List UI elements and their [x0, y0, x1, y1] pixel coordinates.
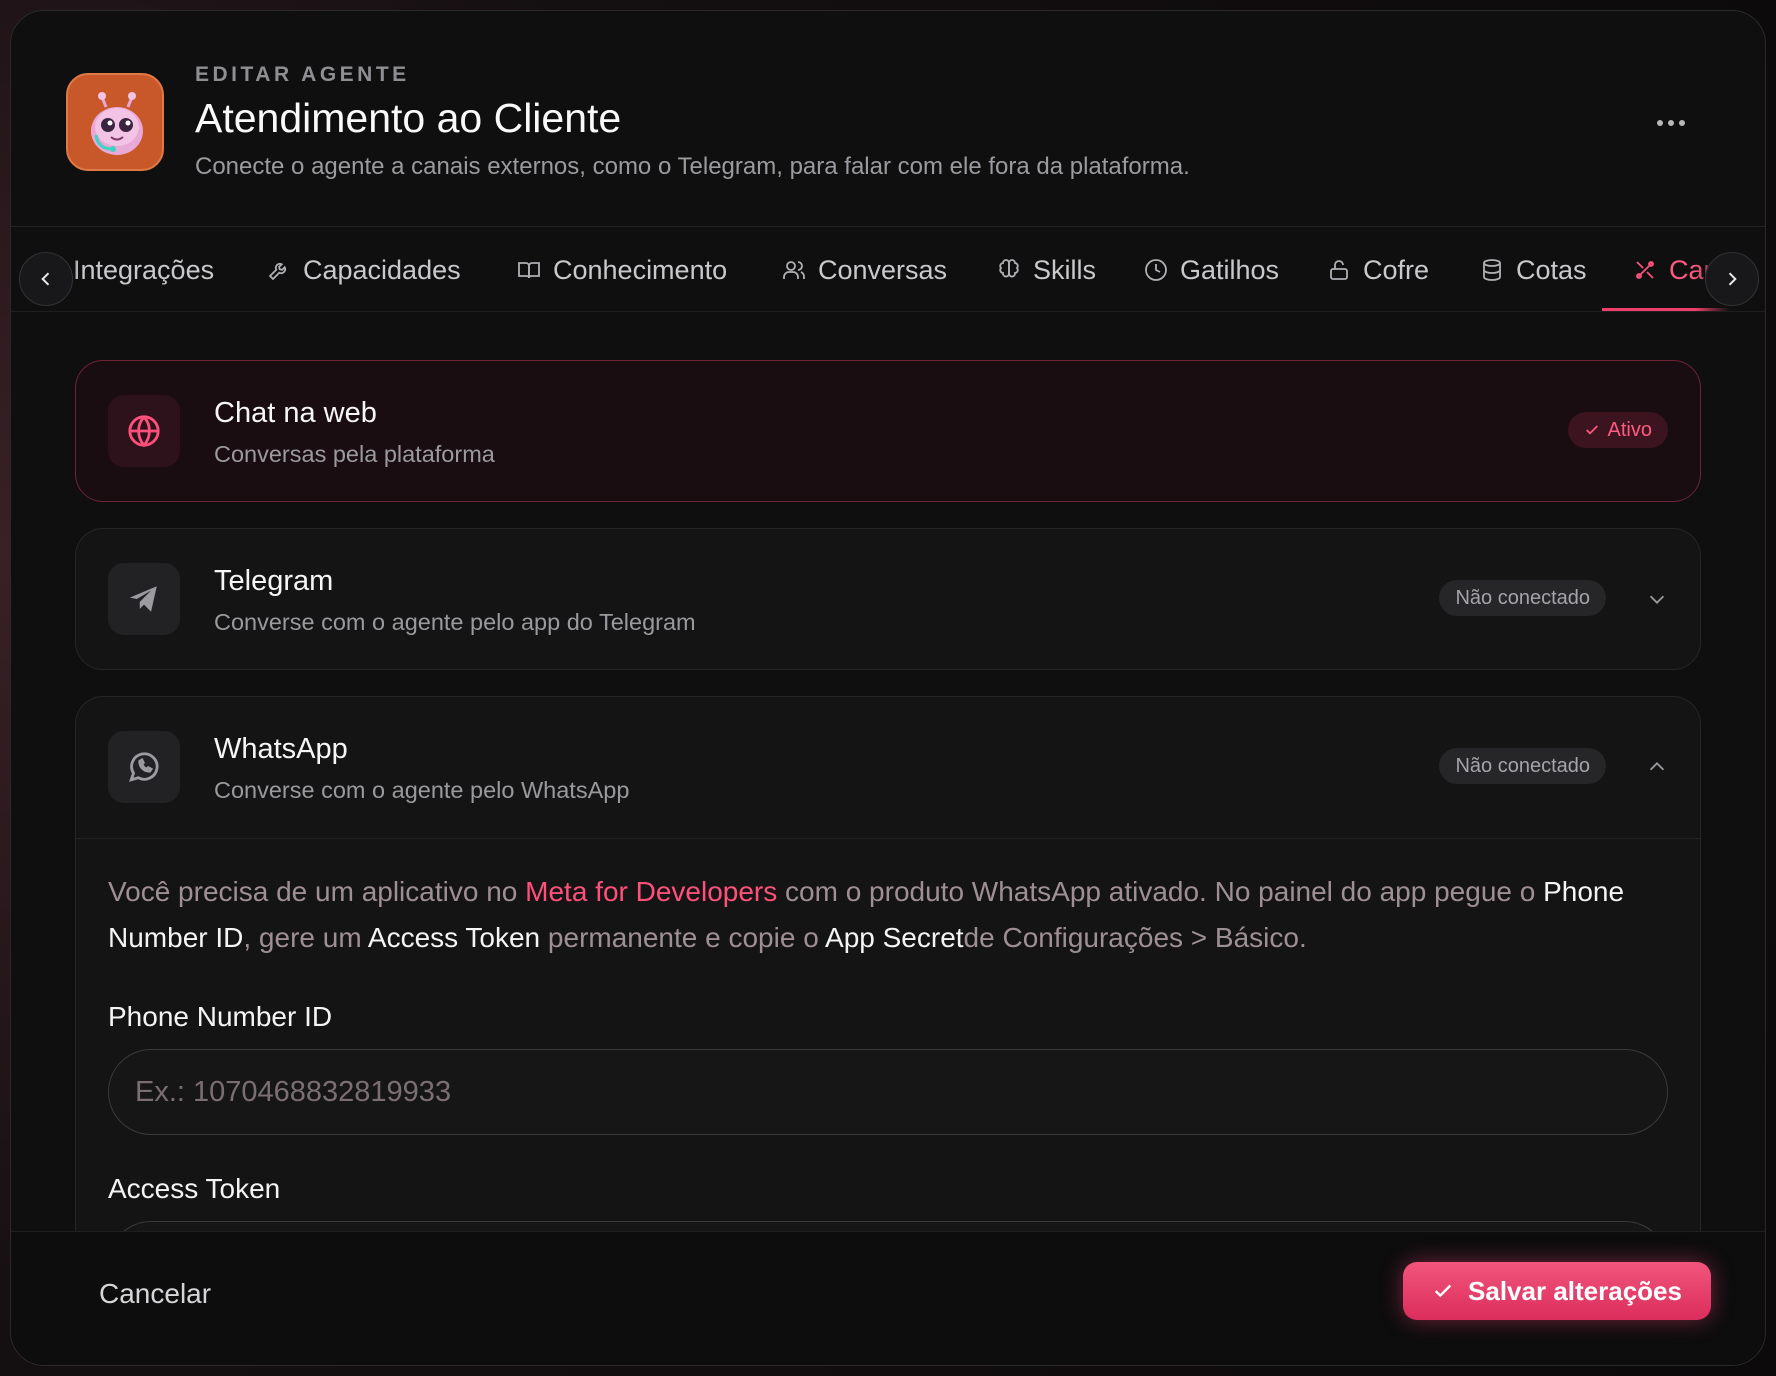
users-icon [783, 261, 805, 279]
tab-label: Cotas [1516, 254, 1587, 285]
channel-title: WhatsApp [214, 733, 348, 765]
cancel-button[interactable]: Cancelar [99, 1278, 211, 1310]
instruction-text: com o produto WhatsApp ativado. No paine… [777, 876, 1544, 907]
brain-icon [999, 259, 1019, 278]
setup-instructions: Você precisa de um aplicativo no Meta fo… [108, 869, 1668, 961]
channel-description: Converse com o agente pelo app do Telegr… [214, 609, 696, 635]
channel-card-telegram[interactable]: Telegram Converse com o agente pelo app … [75, 528, 1701, 670]
tab-capacidades[interactable]: Capacidades [267, 228, 461, 311]
modal-footer: Cancelar Salvar alterações [11, 1231, 1765, 1365]
tab-label: Capacidades [303, 254, 461, 285]
robot-mascot-icon [91, 92, 143, 155]
channel-card-web[interactable]: Chat na web Conversas pela plataforma At… [75, 360, 1701, 502]
phone-number-id-label: Phone Number ID [108, 1001, 333, 1032]
tab-cotas[interactable]: Cotas [1480, 228, 1587, 311]
tab-bar: Integrações Capacidades Conhecimento Con… [11, 228, 1765, 312]
dot-icon [1657, 120, 1663, 126]
chevron-down-icon[interactable] [1646, 588, 1668, 610]
chevron-up-icon[interactable] [1646, 756, 1668, 778]
channel-icon-box [108, 731, 180, 803]
channel-description: Converse com o agente pelo WhatsApp [214, 777, 630, 803]
tabs-scroll-right-button[interactable] [1705, 252, 1759, 306]
clock-icon [1145, 259, 1167, 281]
meta-developers-link[interactable]: Meta for Developers [525, 876, 777, 907]
tab-integracoes[interactable]: Integrações [73, 228, 215, 311]
instruction-text: , gere um [243, 922, 368, 953]
phone-number-id-input[interactable] [108, 1049, 1668, 1135]
channel-card-whatsapp: WhatsApp Converse com o agente pelo What… [75, 696, 1701, 1307]
tab-conversas[interactable]: Conversas [782, 228, 948, 311]
channel-title: Telegram [214, 565, 334, 597]
tab-cofre[interactable]: Cofre [1327, 228, 1430, 311]
database-icon [1483, 259, 1501, 281]
tab-label: Conversas [818, 254, 948, 285]
book-icon [518, 262, 540, 279]
access-token-label: Access Token [108, 1173, 281, 1204]
channel-description: Conversas pela plataforma [214, 441, 495, 467]
status-badge: Não conectado [1439, 748, 1606, 784]
instruction-text: de Configurações > Básico. [963, 922, 1307, 953]
more-options-button[interactable] [1651, 111, 1691, 135]
check-icon [1585, 425, 1598, 435]
tab-label: Gatilhos [1180, 254, 1280, 285]
tab-label: Integrações [73, 254, 215, 285]
modal-header: EDITAR AGENTE Atendimento ao Cliente Con… [11, 11, 1765, 227]
wrench-icon [268, 262, 287, 281]
save-button-label: Salvar alterações [1468, 1275, 1682, 1306]
chevron-left-icon [41, 272, 50, 286]
tab-label: Skills [1033, 254, 1097, 285]
instruction-emphasis: App Secret [825, 922, 964, 953]
instruction-emphasis: Access Token [367, 922, 541, 953]
page-subtitle: Conecte o agente a canais externos, como… [195, 153, 1190, 180]
status-badge-active: Ativo [1567, 412, 1668, 448]
page-eyebrow: EDITAR AGENTE [195, 63, 410, 86]
instruction-text: Você precisa de um aplicativo no [108, 876, 526, 907]
channel-icon-box [108, 395, 180, 467]
tab-gatilhos[interactable]: Gatilhos [1144, 228, 1280, 311]
channel-title: Chat na web [214, 397, 377, 429]
status-badge: Não conectado [1439, 580, 1606, 616]
dot-icon [1668, 120, 1674, 126]
tabs-scroll-left-button[interactable] [19, 252, 73, 306]
telegram-icon [129, 586, 157, 612]
save-button[interactable]: Salvar alterações [1403, 1262, 1711, 1320]
channels-icon [1636, 261, 1654, 279]
lock-icon [1330, 260, 1348, 280]
dot-icon [1679, 120, 1685, 126]
edit-agent-modal: EDITAR AGENTE Atendimento ao Cliente Con… [10, 10, 1766, 1366]
page-title: Atendimento ao Cliente [195, 95, 622, 141]
whatsapp-config-panel: Você precisa de um aplicativo no Meta fo… [76, 838, 1700, 1307]
instruction-text: permanente e copie o [540, 922, 826, 953]
agent-avatar[interactable] [66, 73, 164, 171]
status-label: Ativo [1607, 418, 1652, 441]
tab-conhecimento[interactable]: Conhecimento [517, 228, 728, 311]
chevron-right-icon [1728, 272, 1737, 286]
channel-icon-box [108, 563, 180, 635]
tab-skills[interactable]: Skills [997, 228, 1097, 311]
check-icon [1434, 1284, 1452, 1298]
tab-label: Conhecimento [553, 254, 728, 285]
globe-icon [128, 415, 160, 448]
tab-label: Cofre [1363, 254, 1430, 285]
whatsapp-icon [129, 752, 159, 782]
